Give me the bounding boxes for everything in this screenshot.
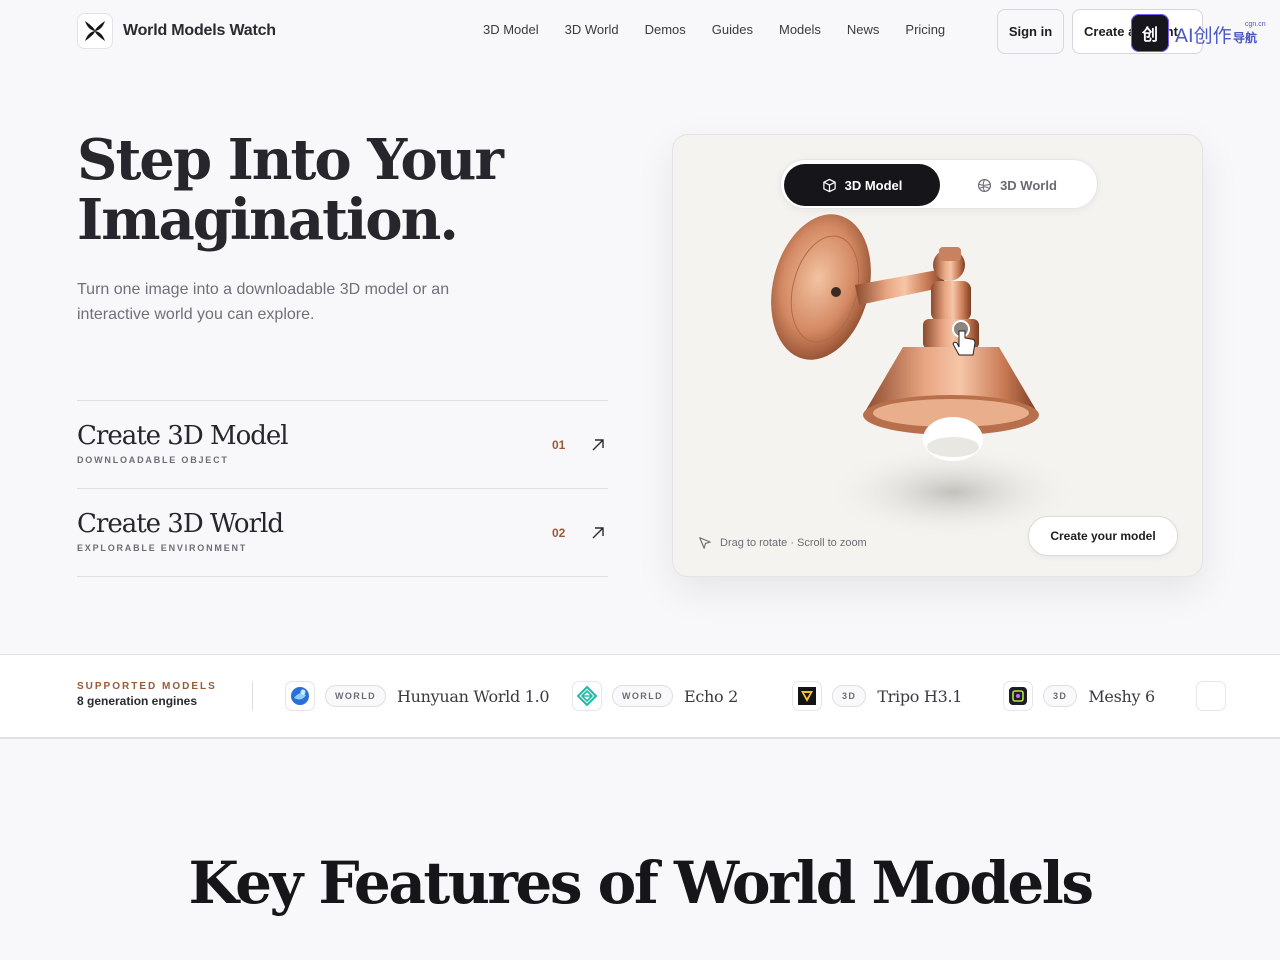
model-item-tripo[interactable]: 3D Tripo H3.1 bbox=[792, 681, 962, 711]
create-your-model-button[interactable]: Create your model bbox=[1028, 516, 1178, 556]
option-number: 01 bbox=[552, 438, 566, 452]
supported-models-strip: SUPPORTED MODELS 8 generation engines WO… bbox=[0, 654, 1280, 739]
watermark-logo: 创 AI创作 cgn.cn 导航 bbox=[1131, 13, 1266, 53]
model-item-echo[interactable]: WORLD Echo 2 bbox=[572, 681, 738, 711]
toggle-3d-model[interactable]: 3D Model bbox=[784, 164, 940, 206]
nav-models[interactable]: Models bbox=[779, 22, 821, 37]
model-item-hunyuan[interactable]: WORLD Hunyuan World 1.0 bbox=[285, 681, 550, 711]
top-header: World Models Watch 3D Model 3D World Dem… bbox=[0, 0, 1280, 64]
model-name: Tripo H3.1 bbox=[877, 686, 963, 706]
mode-toggle: 3D Model 3D World bbox=[780, 159, 1098, 209]
drag-hint-text: Drag to rotate · Scroll to zoom bbox=[720, 537, 867, 549]
cursor-arrow-icon bbox=[699, 537, 711, 549]
model-tag: 3D bbox=[832, 685, 867, 707]
nav-demos[interactable]: Demos bbox=[645, 22, 686, 37]
model-tag: 3D bbox=[1043, 685, 1078, 707]
option-subtitle: EXPLORABLE ENVIRONMENT bbox=[77, 543, 248, 553]
watermark-text: AI创作 cgn.cn 导航 bbox=[1173, 15, 1266, 51]
watermark-main: AI创作 bbox=[1175, 25, 1232, 47]
option-subtitle: DOWNLOADABLE OBJECT bbox=[77, 455, 229, 465]
cube-icon bbox=[822, 178, 836, 192]
supported-models-eyebrow: SUPPORTED MODELS bbox=[77, 681, 217, 692]
sign-in-button[interactable]: Sign in bbox=[997, 9, 1064, 54]
brand[interactable]: World Models Watch bbox=[77, 13, 276, 49]
option-create-3d-world[interactable]: Create 3D World EXPLORABLE ENVIRONMENT 0… bbox=[77, 489, 608, 577]
model-name: Hunyuan World 1.0 bbox=[397, 686, 550, 706]
option-create-3d-model[interactable]: Create 3D Model DOWNLOADABLE OBJECT 01 bbox=[77, 401, 608, 489]
brand-name: World Models Watch bbox=[123, 22, 276, 39]
model-item-meshy[interactable]: 3D Meshy 6 bbox=[1003, 681, 1155, 711]
hunyuan-icon bbox=[285, 681, 315, 711]
echo-icon bbox=[572, 681, 602, 711]
arrow-up-right-icon bbox=[592, 527, 604, 539]
option-number: 02 bbox=[552, 526, 566, 540]
create-options: Create 3D Model DOWNLOADABLE OBJECT 01 C… bbox=[77, 400, 608, 577]
hero-subtitle: Turn one image into a downloadable 3D mo… bbox=[77, 281, 450, 323]
model-name: Echo 2 bbox=[684, 686, 739, 706]
watermark-small: cgn.cn bbox=[1245, 21, 1266, 28]
divider bbox=[252, 681, 253, 711]
main-nav: 3D Model 3D World Demos Guides Models Ne… bbox=[470, 22, 958, 37]
globe-icon bbox=[978, 178, 992, 192]
model-name: Meshy 6 bbox=[1088, 686, 1155, 706]
nav-pricing[interactable]: Pricing bbox=[905, 22, 945, 37]
hero-title-line1: Step Into Your bbox=[77, 127, 504, 193]
model-tag: WORLD bbox=[612, 685, 673, 707]
model-item-partial[interactable] bbox=[1196, 681, 1226, 711]
nav-news[interactable]: News bbox=[847, 22, 880, 37]
drag-hint: Drag to rotate · Scroll to zoom bbox=[698, 536, 867, 550]
nav-3d-world[interactable]: 3D World bbox=[565, 22, 619, 37]
model-viewer-card: 3D Model 3D World Drag to rotate · Scrol… bbox=[672, 134, 1203, 577]
watermark-icon: 创 bbox=[1131, 14, 1169, 52]
toggle-label: 3D Model bbox=[844, 177, 903, 193]
arrow-up-right-icon bbox=[592, 439, 604, 451]
hero-title: Step Into Your Imagination. bbox=[77, 130, 597, 250]
tripo-icon bbox=[792, 681, 822, 711]
nav-guides[interactable]: Guides bbox=[712, 22, 753, 37]
toggle-label: 3D World bbox=[1000, 177, 1057, 193]
model-tag: WORLD bbox=[325, 685, 386, 707]
model-logo-icon bbox=[1196, 681, 1226, 711]
supported-models-count: 8 generation engines bbox=[77, 694, 198, 708]
option-title: Create 3D World bbox=[77, 509, 284, 539]
supported-models-label: SUPPORTED MODELS 8 generation engines bbox=[77, 681, 217, 708]
watermark-sub: 导航 bbox=[1233, 31, 1258, 45]
hero-title-line2: Imagination. bbox=[77, 187, 459, 253]
option-title: Create 3D Model bbox=[77, 421, 289, 451]
features-title: Key Features of World Models bbox=[188, 849, 1094, 917]
brand-logo-icon bbox=[77, 13, 113, 49]
toggle-3d-world[interactable]: 3D World bbox=[939, 164, 1095, 206]
meshy-icon bbox=[1003, 681, 1033, 711]
nav-3d-model[interactable]: 3D Model bbox=[483, 22, 539, 37]
copper-lamp-3d-model[interactable] bbox=[763, 207, 1083, 547]
